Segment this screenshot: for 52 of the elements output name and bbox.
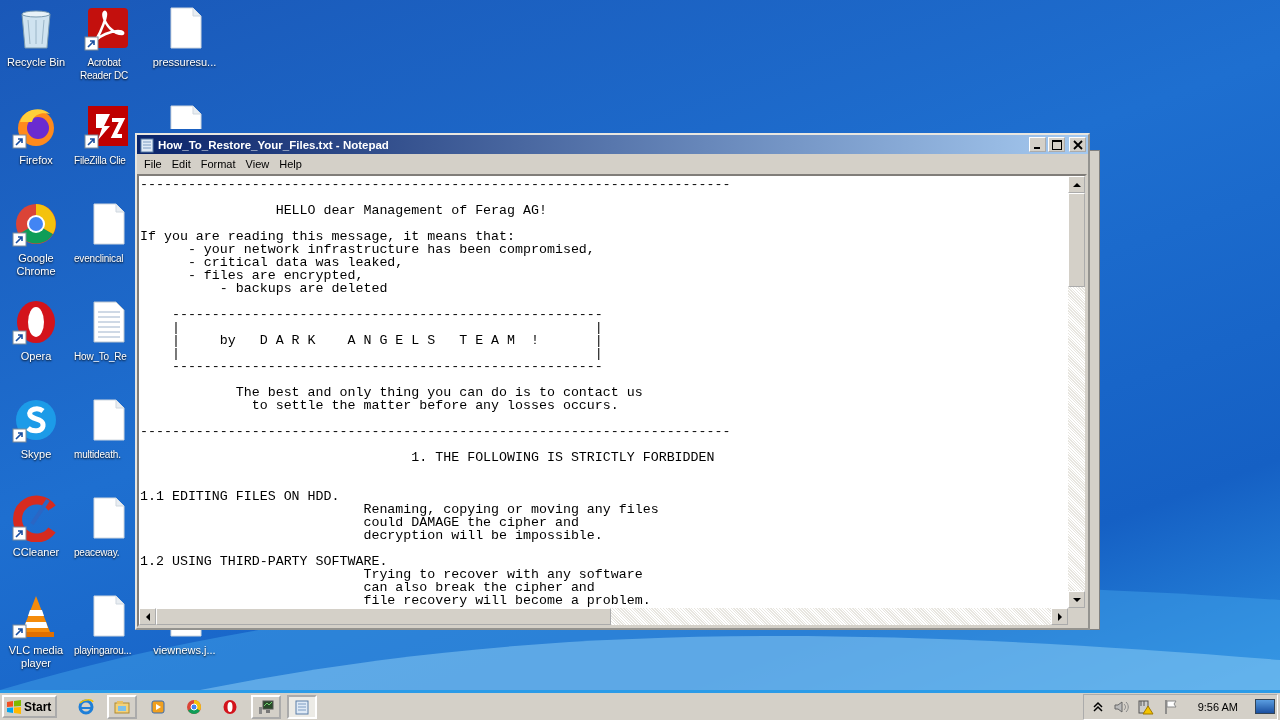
icon-label[interactable]: Opera [0,350,72,363]
icon-label[interactable]: peaceway. [74,546,120,559]
icon-label[interactable]: How_To_Re [74,350,127,363]
minimize-icon [1033,147,1040,149]
show-desktop-button[interactable] [1255,699,1275,714]
menu-item[interactable]: Format [195,158,241,170]
icon-label[interactable]: VLC media player [0,644,72,670]
horizontal-scrollbar[interactable] [139,608,1068,625]
vertical-scrollbar[interactable] [1068,176,1085,608]
icon-label[interactable]: multideath. [74,448,121,461]
monitor-taskbar-button[interactable] [251,694,282,719]
monitor-icon [258,698,275,715]
window-title: How_To_Restore_Your_Files.txt - Notepad [158,138,390,151]
icon-label[interactable]: pressuresu... [152,56,217,69]
menu-item[interactable]: View [240,158,275,170]
icon-label[interactable]: Acrobat Reader DC [74,56,134,82]
scrollbar-thumb[interactable] [1068,193,1085,287]
icon-label[interactable]: viewnews.j... [153,644,216,657]
menu-item[interactable]: File [139,158,167,170]
windows-logo-icon [6,698,22,715]
explorer-icon [114,698,131,715]
icon-label[interactable]: Google Chrome [0,252,72,278]
icon-label[interactable]: Recycle Bin [0,56,72,69]
menu-item[interactable]: Help [274,158,307,170]
media-icon [150,698,167,715]
close-button[interactable] [1069,137,1086,152]
down-arrow-icon[interactable] [1072,595,1081,604]
minimize-button[interactable] [1029,137,1046,152]
resize-grip[interactable] [1068,608,1085,625]
network-warning-icon[interactable] [1137,698,1154,715]
flag-icon[interactable] [1162,698,1179,715]
right-arrow-icon[interactable] [1055,612,1064,621]
icon-label[interactable]: FileZilla Clie [74,154,126,167]
menu-item[interactable]: Edit [166,158,196,170]
icon-label[interactable]: playingarou... [74,644,132,657]
clock[interactable]: 9:56 AM [1197,700,1238,713]
icon-label[interactable]: evenclinical [74,252,124,265]
opera-icon [222,698,239,715]
chevron-up-icon[interactable] [1091,700,1104,713]
maximize-button[interactable] [1048,137,1065,152]
ie-icon [78,698,95,715]
icon-label[interactable]: Skype [0,448,72,461]
icon-label[interactable]: CCleaner [0,546,72,559]
up-arrow-icon[interactable] [1072,180,1081,189]
scrollbar-thumb[interactable] [156,608,611,625]
icon-label[interactable]: Firefox [0,154,72,167]
close-icon [1072,139,1083,150]
notepad-icon [139,136,155,153]
notepad-icon [294,698,311,715]
maximize-icon [1051,139,1062,150]
start-button[interactable]: Start [2,695,58,718]
chrome-icon [186,698,203,715]
